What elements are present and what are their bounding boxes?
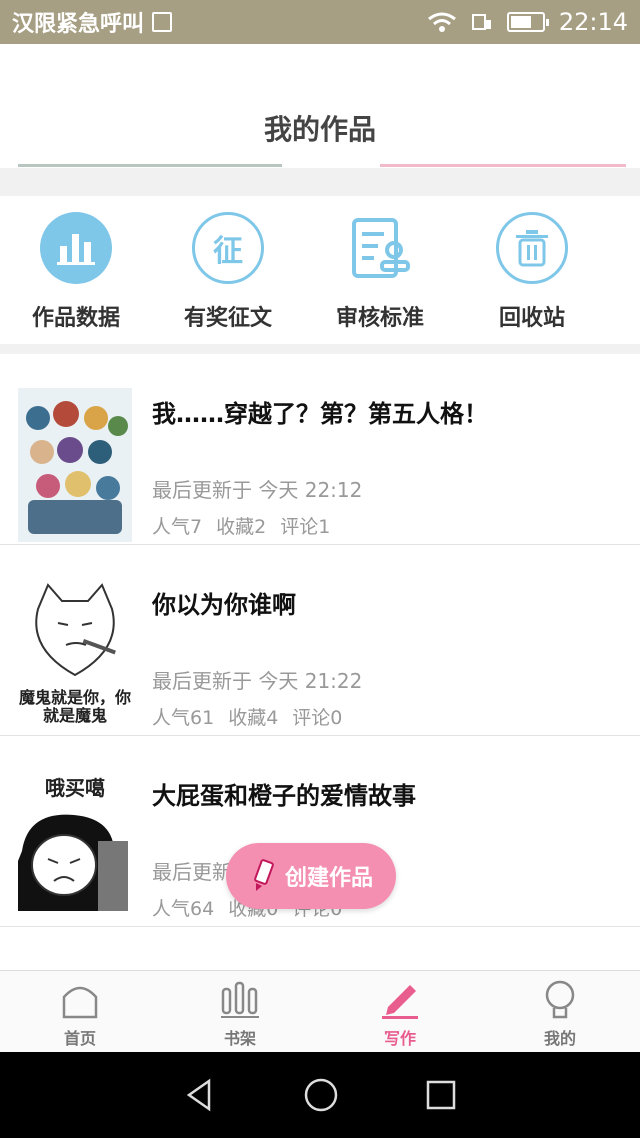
status-bar: 汉限紧急呼叫 22:14 <box>0 0 640 44</box>
banner-strip-right <box>380 164 626 167</box>
clock: 22:14 <box>558 8 628 36</box>
bookshelf-icon <box>221 981 259 1018</box>
battery-icon <box>506 12 549 32</box>
work-comments: 评论1 <box>280 516 331 538</box>
work-updated: 最后更新于 今天 22:12 <box>152 478 363 502</box>
tab-home[interactable]: 首页 <box>0 971 160 1052</box>
work-stats: 人气61 收藏4 评论0 <box>152 703 342 730</box>
work-item[interactable]: 我……穿越了？第？第五人格！ 最后更新于 今天 22:12 人气7 收藏2 评论… <box>0 354 640 545</box>
profile-icon <box>545 980 575 1019</box>
bottom-tab-bar: 首页 书架 写作 我的 <box>0 970 640 1052</box>
tool-label: 审核标准 <box>335 306 424 331</box>
recent-apps-icon[interactable] <box>425 1079 457 1111</box>
tool-work-data[interactable]: 作品数据 <box>0 196 152 344</box>
tab-label: 首页 <box>63 1029 96 1048</box>
pencil-icon <box>254 859 274 891</box>
tab-label: 写作 <box>383 1029 416 1048</box>
work-favorites: 收藏2 <box>216 516 267 538</box>
create-work-button[interactable]: 创建作品 <box>226 843 396 909</box>
work-title: 大屁蛋和橙子的爱情故事 <box>152 782 416 810</box>
tool-recycle-bin[interactable]: 回收站 <box>456 196 608 344</box>
work-popularity: 人气64 <box>152 898 215 920</box>
home-circle-icon[interactable] <box>303 1077 339 1113</box>
tool-contest[interactable]: 征 有奖征文 <box>152 196 304 344</box>
thumb-caption: 魔鬼就是你，你就是魔鬼 <box>18 688 131 725</box>
tab-writing[interactable]: 写作 <box>320 971 480 1052</box>
sim-icon <box>152 12 173 32</box>
work-item[interactable]: 魔鬼就是你，你就是魔鬼 你以为你谁啊 最后更新于 今天 21:22 人气61 收… <box>0 545 640 736</box>
wifi-icon <box>427 12 456 32</box>
work-cover-image: 哦买噶 <box>18 770 132 924</box>
tool-label: 回收站 <box>498 306 565 331</box>
page-header: 我的作品 <box>0 44 640 168</box>
work-favorites: 收藏4 <box>228 707 279 729</box>
create-work-label: 创建作品 <box>284 866 373 891</box>
work-cover-image: 魔鬼就是你，你就是魔鬼 <box>18 579 132 733</box>
review-doc-icon <box>344 212 416 284</box>
tab-label: 我的 <box>543 1029 576 1048</box>
tool-review-standard[interactable]: 审核标准 <box>304 196 456 344</box>
bar-chart-icon <box>40 212 112 284</box>
page-title: 我的作品 <box>263 113 376 146</box>
work-cover-image <box>18 388 132 542</box>
signal-icon <box>471 14 491 30</box>
tab-bookshelf[interactable]: 书架 <box>160 971 320 1052</box>
pencil-icon <box>382 985 418 1019</box>
work-popularity: 人气61 <box>152 707 215 729</box>
zheng-badge-icon: 征 <box>192 212 264 284</box>
work-title: 我……穿越了？第？第五人格！ <box>152 400 488 428</box>
tab-profile[interactable]: 我的 <box>480 971 640 1052</box>
tool-label: 有奖征文 <box>183 306 272 331</box>
work-stats: 人气7 收藏2 评论1 <box>152 512 330 539</box>
home-icon <box>62 986 98 1019</box>
thumb-caption: 哦买噶 <box>45 776 105 800</box>
tools-row: 作品数据 征 有奖征文 审核标准 回收站 <box>0 196 640 344</box>
work-title: 你以为你谁啊 <box>152 591 296 619</box>
banner-strip-left <box>18 164 282 167</box>
carrier-label: 汉限紧急呼叫 <box>12 12 145 37</box>
tab-label: 书架 <box>223 1029 256 1048</box>
work-comments: 评论0 <box>292 707 343 729</box>
trash-icon <box>496 212 568 284</box>
work-updated: 最后更新于 今天 21:22 <box>152 669 363 693</box>
back-icon[interactable] <box>183 1078 217 1112</box>
work-popularity: 人气7 <box>152 516 203 538</box>
tool-label: 作品数据 <box>31 306 120 331</box>
system-nav-bar <box>0 1052 640 1138</box>
